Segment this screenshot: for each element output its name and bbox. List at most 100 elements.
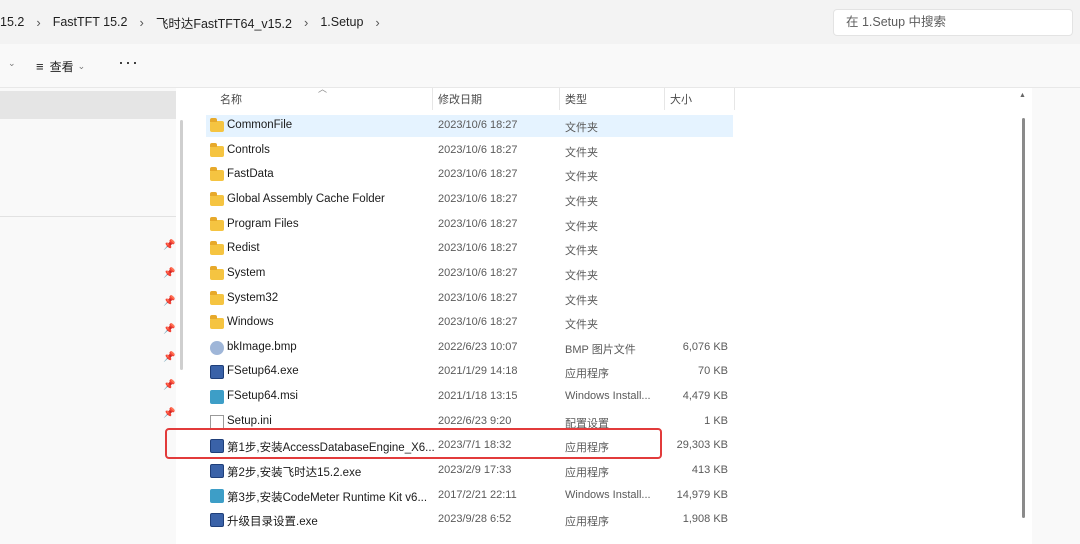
breadcrumb-separator-icon[interactable]: › <box>369 15 385 30</box>
file-row[interactable]: CommonFile 2023/10/6 18:27 文件夹 <box>206 115 733 137</box>
nav-item-selected[interactable] <box>0 91 176 119</box>
column-divider[interactable] <box>559 88 560 110</box>
file-type: BMP 图片文件 <box>565 344 636 356</box>
file-name: FSetup64.msi <box>227 390 298 402</box>
file-row[interactable]: System 2023/10/6 18:27 文件夹 <box>206 263 733 285</box>
column-header-name[interactable]: 名称 <box>220 91 242 107</box>
msi-file-icon <box>210 390 224 404</box>
breadcrumb-separator-icon[interactable]: › <box>30 15 46 30</box>
file-type: 文件夹 <box>565 196 598 208</box>
file-size: 6,076 KB <box>682 341 728 353</box>
pin-icon: 📌 <box>163 268 176 279</box>
file-date: 2023/10/6 18:27 <box>438 144 518 156</box>
file-date: 2021/1/18 13:15 <box>438 390 518 402</box>
file-row[interactable]: FSetup64.exe 2021/1/29 14:18 应用程序 70 KB <box>206 361 733 383</box>
view-label: 查看 <box>49 60 74 74</box>
folder-icon <box>210 167 224 181</box>
file-type: 文件夹 <box>565 122 598 134</box>
folder-icon <box>210 192 224 206</box>
file-row[interactable]: FastData 2023/10/6 18:27 文件夹 <box>206 164 733 186</box>
folder-icon <box>210 291 224 305</box>
file-row[interactable]: Redist 2023/10/6 18:27 文件夹 <box>206 238 733 260</box>
pin-icon: 📌 <box>163 324 176 335</box>
file-name: Global Assembly Cache Folder <box>227 193 385 205</box>
file-date: 2023/10/6 18:27 <box>438 168 518 180</box>
file-date: 2022/6/23 10:07 <box>438 341 518 353</box>
file-type: 文件夹 <box>565 295 598 307</box>
scrollbar-thumb[interactable] <box>1022 118 1025 518</box>
file-name: Windows <box>227 316 274 328</box>
file-row[interactable]: Program Files 2023/10/6 18:27 文件夹 <box>206 214 733 236</box>
column-divider[interactable] <box>664 88 665 110</box>
pin-icon: 📌 <box>163 380 176 391</box>
file-date: 2023/10/6 18:27 <box>438 119 518 131</box>
file-row[interactable]: bkImage.bmp 2022/6/23 10:07 BMP 图片文件 6,0… <box>206 337 733 359</box>
exe-file-icon <box>210 464 224 478</box>
file-name: 第3步,安装CodeMeter Runtime Kit v6... <box>227 492 428 504</box>
file-date: 2023/10/6 18:27 <box>438 267 518 279</box>
file-row[interactable]: 第3步,安装CodeMeter Runtime Kit v6... 2017/2… <box>206 485 733 507</box>
file-size: 4,479 KB <box>682 390 728 402</box>
folder-icon <box>210 143 224 157</box>
msi-file-icon <box>210 489 224 503</box>
file-row[interactable]: Windows 2023/10/6 18:27 文件夹 <box>206 312 733 334</box>
vertical-scrollbar[interactable]: ▲ <box>1018 88 1030 544</box>
file-type: 文件夹 <box>565 245 598 257</box>
column-header-size[interactable]: 大小 <box>670 91 692 107</box>
breadcrumb-item[interactable]: FastTFT 15.2 <box>47 15 134 29</box>
file-date: 2023/10/6 18:27 <box>438 242 518 254</box>
file-row[interactable]: 升级目录设置.exe 2023/9/28 6:52 应用程序 1,908 KB <box>206 509 733 531</box>
file-type: 应用程序 <box>565 516 609 528</box>
divider <box>0 216 176 217</box>
breadcrumb-item[interactable]: 15.2 <box>0 15 30 29</box>
file-date: 2022/6/23 9:20 <box>438 415 512 427</box>
file-name: FSetup64.exe <box>227 365 299 377</box>
file-date: 2021/1/29 14:18 <box>438 365 518 377</box>
pin-icon: 📌 <box>163 352 176 363</box>
file-name: Controls <box>227 144 270 156</box>
folder-icon <box>210 266 224 280</box>
chevron-down-icon[interactable]: ⌄ <box>4 58 16 69</box>
view-icon: ≡ <box>36 59 44 74</box>
file-name: 第2步,安装飞时达15.2.exe <box>227 467 362 479</box>
breadcrumb-separator-icon[interactable]: › <box>133 15 149 30</box>
sort-ascending-icon: ︿ <box>318 84 328 94</box>
column-divider[interactable] <box>734 88 735 110</box>
file-type: 文件夹 <box>565 147 598 159</box>
file-size: 413 KB <box>691 464 728 476</box>
file-row[interactable]: 第2步,安装飞时达15.2.exe 2023/2/9 17:33 应用程序 41… <box>206 460 733 482</box>
breadcrumb: 15.2 › FastTFT 15.2 › 飞时达FastTFT64_v15.2… <box>0 0 386 44</box>
file-name: FastData <box>227 168 274 180</box>
file-row[interactable]: System32 2023/10/6 18:27 文件夹 <box>206 288 733 310</box>
scroll-up-icon[interactable]: ▲ <box>1019 92 1026 99</box>
view-button[interactable]: ≡ 查看 ⌄ <box>36 58 85 75</box>
file-name: Redist <box>227 242 260 254</box>
column-divider[interactable] <box>432 88 433 110</box>
file-row[interactable]: FSetup64.msi 2021/1/18 13:15 Windows Ins… <box>206 386 733 408</box>
file-row[interactable]: Global Assembly Cache Folder 2023/10/6 1… <box>206 189 733 211</box>
breadcrumb-separator-icon[interactable]: › <box>298 15 314 30</box>
more-options-button[interactable]: ··· <box>118 52 139 73</box>
navigation-pane: 📌 📌 📌 📌 📌 📌 📌 <box>0 88 176 544</box>
search-input[interactable]: 在 1.Setup 中搜索 <box>833 9 1073 36</box>
file-name: System32 <box>227 292 279 304</box>
breadcrumb-item[interactable]: 1.Setup <box>314 15 369 29</box>
command-bar: ⌄ ≡ 查看 ⌄ ··· <box>0 44 1080 88</box>
chevron-down-icon: ⌄ <box>77 61 86 71</box>
file-name: Program Files <box>227 218 299 230</box>
file-type: 文件夹 <box>565 270 598 282</box>
file-row[interactable]: Controls 2023/10/6 18:27 文件夹 <box>206 140 733 162</box>
file-date: 2023/10/6 18:27 <box>438 218 518 230</box>
pin-icon: 📌 <box>163 296 176 307</box>
nav-scrollbar[interactable] <box>180 120 183 370</box>
exe-file-icon <box>210 513 224 527</box>
folder-icon <box>210 217 224 231</box>
column-header-date[interactable]: 修改日期 <box>438 91 482 107</box>
folder-icon <box>210 241 224 255</box>
column-header-type[interactable]: 类型 <box>565 91 587 107</box>
file-date: 2023/9/28 6:52 <box>438 513 512 525</box>
column-header-row: ︿ 名称 修改日期 类型 大小 <box>198 84 738 110</box>
address-bar: 15.2 › FastTFT 15.2 › 飞时达FastTFT64_v15.2… <box>0 0 1080 44</box>
pin-icon: 📌 <box>163 240 176 251</box>
breadcrumb-item[interactable]: 飞时达FastTFT64_v15.2 <box>150 13 298 32</box>
